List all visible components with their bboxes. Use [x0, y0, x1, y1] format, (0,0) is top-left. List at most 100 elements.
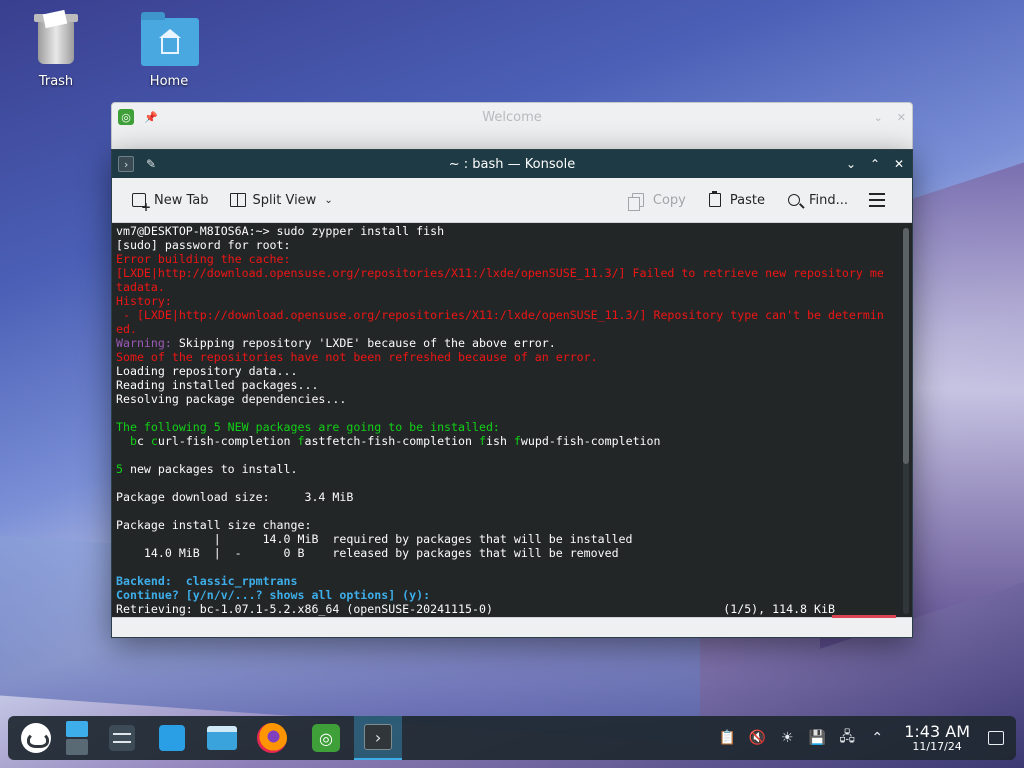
welcome-icon: ◎	[312, 724, 340, 752]
copy-label: Copy	[652, 192, 686, 208]
konsole-icon[interactable]: ›	[118, 156, 134, 172]
paste-button[interactable]: Paste	[700, 187, 771, 213]
home-folder-icon	[141, 12, 199, 68]
clock[interactable]: 1:43 AM 11/17/24	[904, 723, 970, 753]
terminal-text: f	[297, 434, 305, 448]
terminal-text: tadata.	[116, 280, 165, 294]
terminal-text: Backend:	[116, 574, 172, 588]
terminal-text: classic_rpmtrans	[171, 574, 298, 588]
hamburger-menu-icon	[869, 193, 885, 207]
terminal-line: vm7@DESKTOP-M8IOS6A:~> sudo zypper insta…	[116, 224, 908, 238]
task-system-settings[interactable]	[100, 716, 144, 760]
terminal-text: Warning:	[116, 336, 172, 350]
desktop-icon-trash[interactable]: Trash	[11, 9, 101, 89]
welcome-window-title: Welcome	[482, 109, 542, 125]
terminal-line: Error building the cache:	[116, 252, 908, 266]
save-icon[interactable]: 💾	[808, 729, 826, 747]
terminal-line: Package download size: 3.4 MiB	[116, 490, 908, 504]
terminal-line: Reading installed packages...	[116, 378, 908, 392]
terminal-text: c	[150, 434, 158, 448]
minimize-button[interactable]: ⌄	[844, 157, 858, 171]
terminal-output[interactable]: vm7@DESKTOP-M8IOS6A:~> sudo zypper insta…	[112, 223, 912, 617]
konsole-toolbar: New Tab Split View ⌄ Copy Paste Find...	[112, 178, 912, 223]
chevron-up-icon[interactable]: ⌃	[868, 729, 886, 747]
terminal-text: f	[479, 434, 486, 448]
application-launcher[interactable]	[14, 716, 58, 760]
terminal-text: new packages to install.	[122, 462, 298, 476]
brightness-icon[interactable]: ☀	[778, 729, 796, 747]
maximize-button[interactable]: ⌃	[868, 157, 882, 171]
pin-icon[interactable]: ✎	[146, 157, 156, 171]
progress-indicator	[832, 615, 896, 618]
terminal-line: tadata.	[116, 280, 908, 294]
terminal-line: Loading repository data...	[116, 364, 908, 378]
konsole-bottom-bar	[112, 615, 912, 637]
split-view-label: Split View	[252, 192, 317, 208]
terminal-line: Package install size change:	[116, 518, 908, 532]
discover-icon	[159, 725, 185, 751]
terminal-line: Backend: classic_rpmtrans	[116, 574, 908, 588]
terminal-text: 14.0 MiB | - 0 B released by packages th…	[116, 546, 619, 560]
konsole-window[interactable]: › ✎ ~ : bash — Konsole ⌄ ⌃ ✕ New Tab Spl…	[111, 149, 913, 638]
copy-button[interactable]: Copy	[623, 187, 692, 213]
terminal-text: Continue? [y/n/v/...? shows all options]…	[116, 588, 431, 602]
terminal-text: Some of the repositories have not been r…	[116, 350, 598, 364]
terminal-text: | 14.0 MiB required by packages that wil…	[116, 532, 633, 546]
desktop-icon-label: Home	[149, 74, 189, 89]
terminal-line: History:	[116, 294, 908, 308]
chevron-down-icon: ⌄	[845, 157, 857, 171]
task-dolphin[interactable]	[200, 716, 244, 760]
terminal-text: url-fish-completion	[157, 434, 298, 448]
close-button[interactable]: ✕	[892, 157, 906, 171]
konsole-titlebar[interactable]: › ✎ ~ : bash — Konsole ⌄ ⌃ ✕	[112, 150, 912, 178]
terminal-text: b	[129, 434, 137, 448]
task-konsole[interactable]: ›	[354, 716, 402, 760]
desktop-icon-home[interactable]: Home	[124, 12, 214, 89]
copy-icon	[627, 193, 644, 211]
konsole-icon: ›	[364, 724, 392, 750]
clipboard-icon[interactable]: 📋	[718, 729, 736, 747]
terminal-text: Package install size change:	[116, 518, 312, 532]
show-desktop-icon[interactable]	[988, 731, 1004, 745]
scrollbar-thumb[interactable]	[903, 228, 909, 464]
terminal-text: f	[513, 434, 521, 448]
new-tab-button[interactable]: New Tab	[124, 187, 215, 214]
terminal-text: ish	[486, 434, 514, 448]
volume-muted-icon[interactable]: 🔇	[748, 729, 766, 747]
terminal-line: Some of the repositories have not been r…	[116, 350, 908, 364]
task-firefox[interactable]	[250, 716, 294, 760]
firefox-icon	[257, 723, 287, 753]
task-discover[interactable]	[150, 716, 194, 760]
terminal-text: Retrieving: bc-1.07.1-5.2.x86_64 (openSU…	[116, 602, 835, 616]
system-tray: 📋 🔇 ☀ 💾 🖧 ⌃ 1:43 AM 11/17/24	[718, 723, 1010, 753]
terminal-scrollbar[interactable]	[903, 228, 909, 614]
terminal-text: [LXDE|http://download.opensuse.org/repos…	[116, 266, 884, 280]
network-icon[interactable]: 🖧	[838, 729, 856, 747]
terminal-line: | 14.0 MiB required by packages that wil…	[116, 532, 908, 546]
terminal-text: Loading repository data...	[116, 364, 298, 378]
split-view-button[interactable]: Split View ⌄	[223, 187, 339, 213]
terminal-text: wupd-fish-completion	[520, 434, 661, 448]
welcome-titlebar[interactable]: ◎ 📌 Welcome ⌄ ✕	[112, 103, 912, 131]
chevron-up-icon: ⌃	[869, 157, 881, 171]
terminal-text: Skipping repository 'LXDE' because of th…	[171, 336, 556, 350]
terminal-line: Resolving package dependencies...	[116, 392, 908, 406]
pager[interactable]	[64, 716, 90, 760]
find-button[interactable]: Find...	[779, 187, 854, 213]
clock-date: 11/17/24	[912, 740, 962, 753]
hamburger-menu-button[interactable]	[862, 187, 892, 213]
terminal-text: [sudo] password for root:	[116, 238, 291, 252]
new-tab-label: New Tab	[154, 192, 209, 208]
terminal-line: [sudo] password for root:	[116, 238, 908, 252]
task-welcome[interactable]: ◎	[304, 716, 348, 760]
terminal-text: - [LXDE|http://download.opensuse.org/rep…	[116, 308, 884, 322]
terminal-line: - [LXDE|http://download.opensuse.org/rep…	[116, 308, 908, 322]
new-tab-icon	[132, 193, 151, 214]
terminal-text: Error building the cache:	[116, 252, 291, 266]
paste-label: Paste	[729, 192, 765, 208]
terminal-text: vm7@DESKTOP-M8IOS6A:~> sudo zypper insta…	[116, 224, 445, 238]
